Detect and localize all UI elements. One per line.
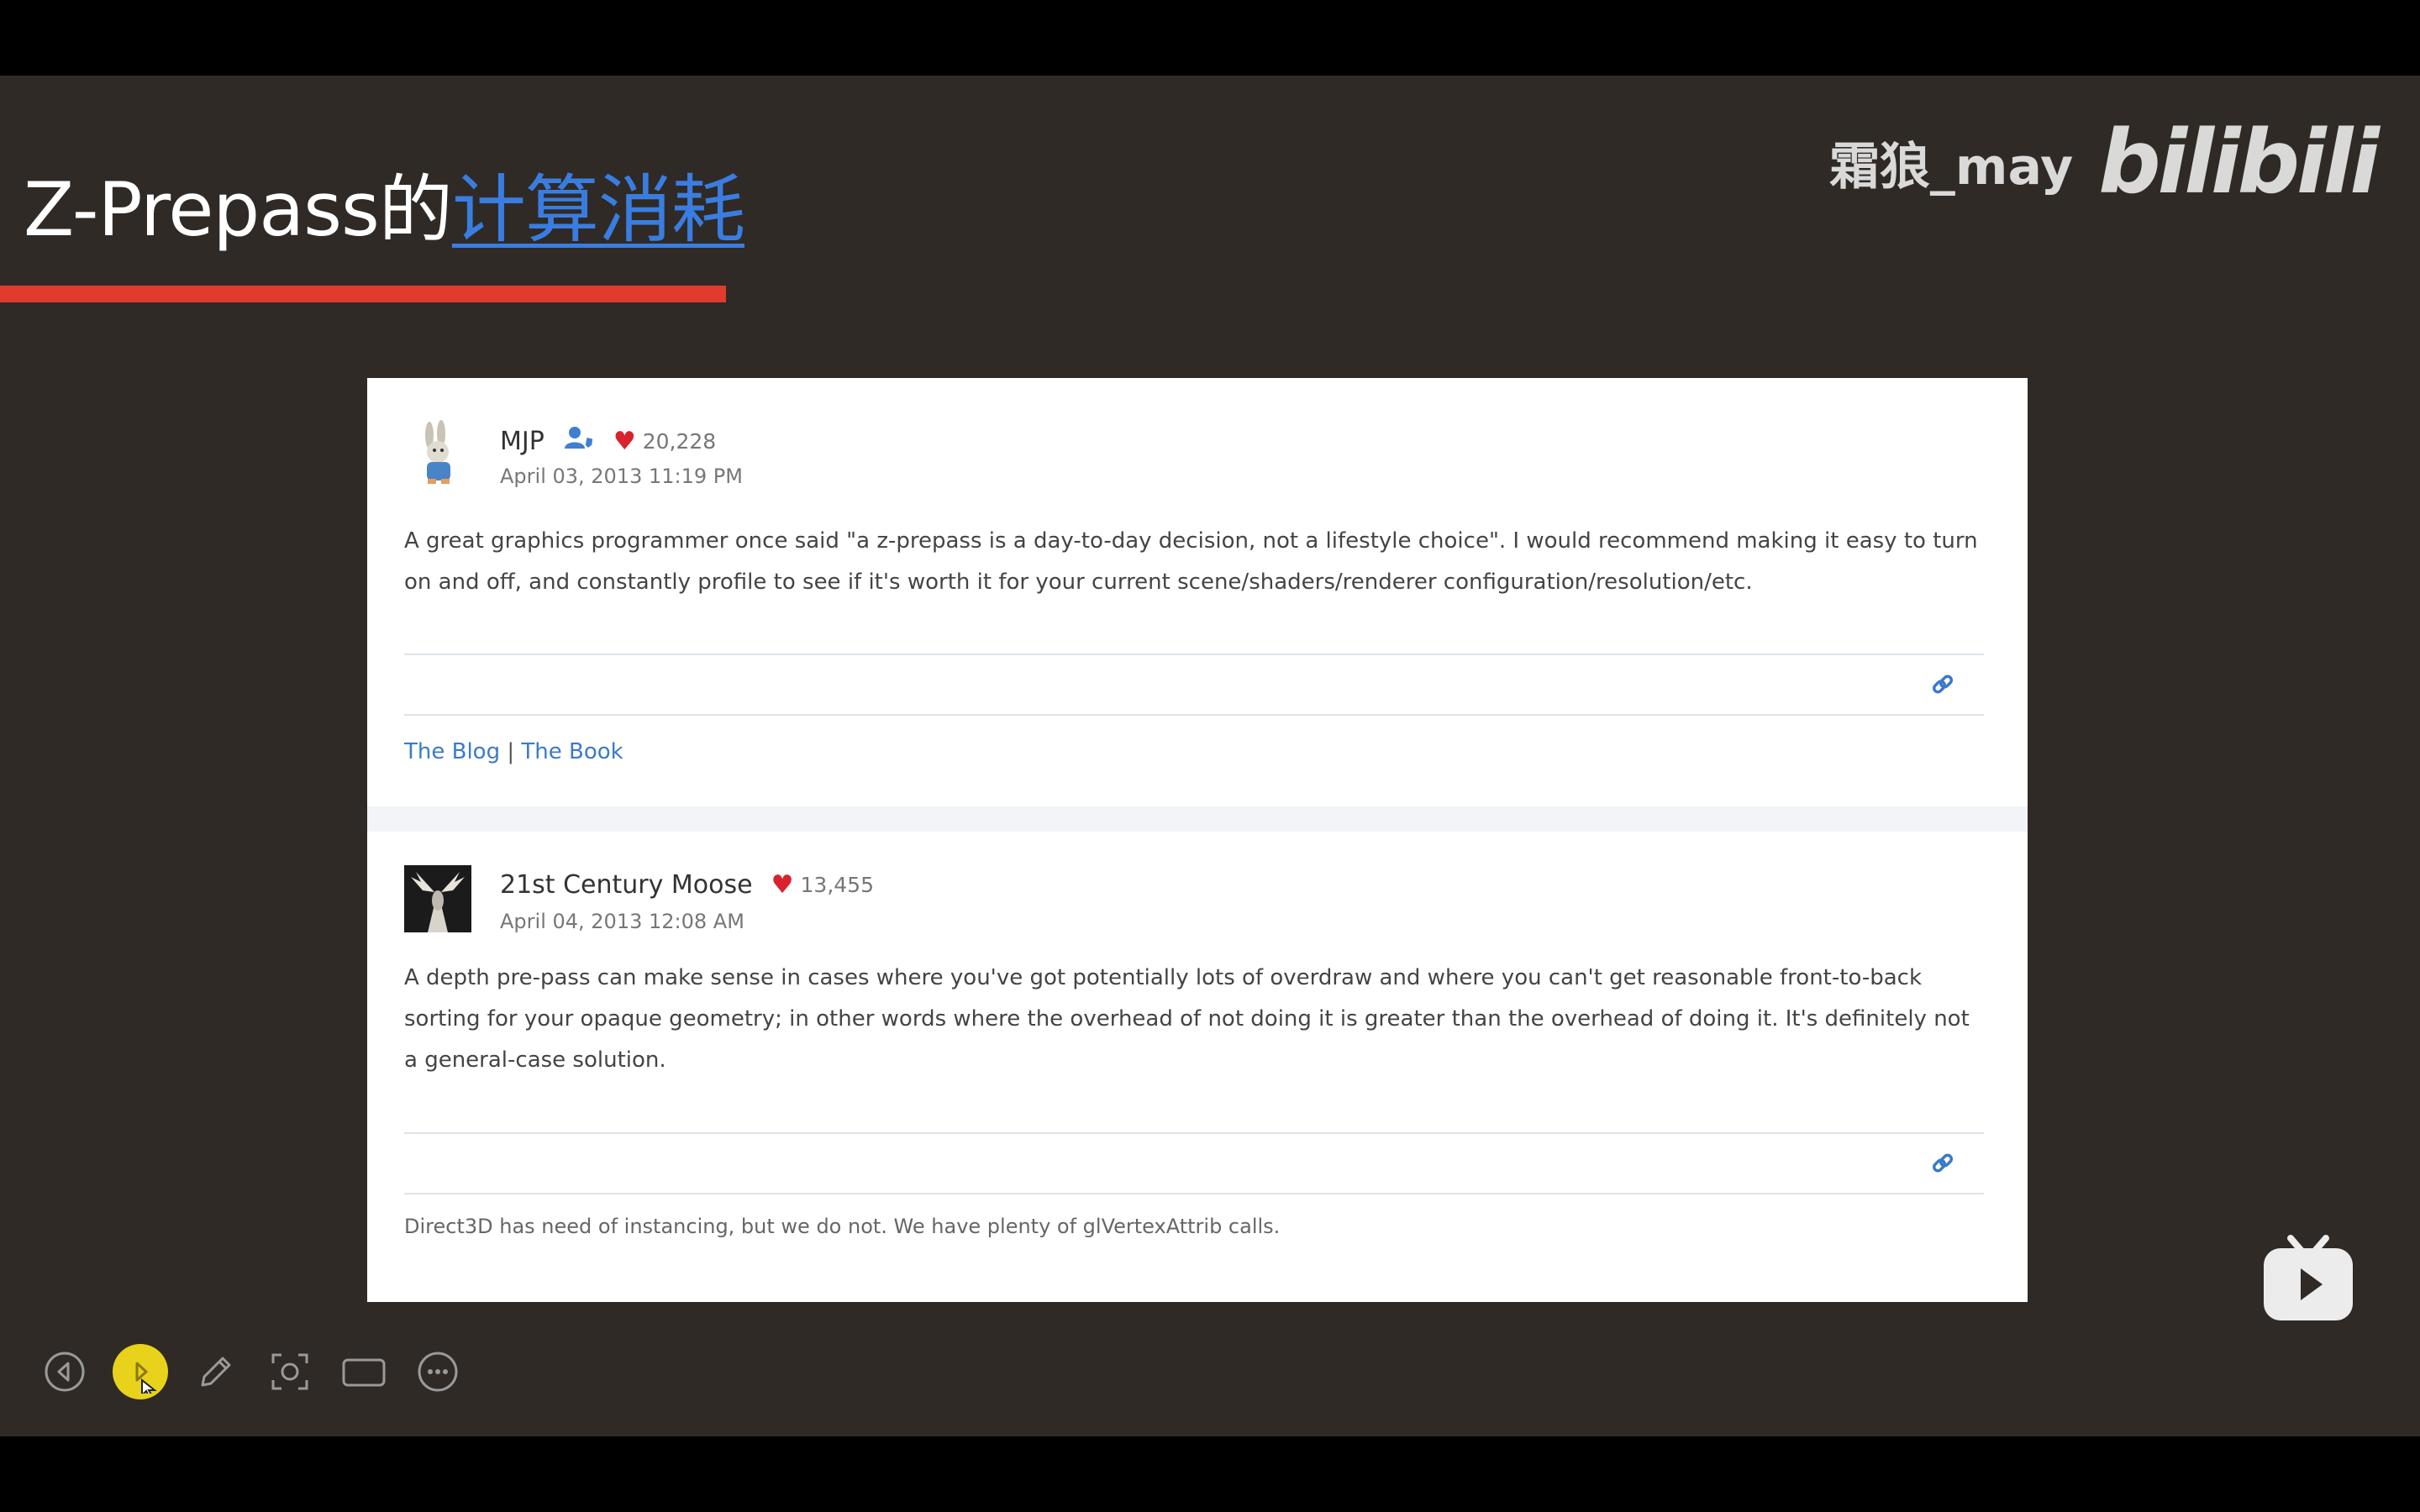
divider <box>404 654 1984 655</box>
divider <box>404 1193 1984 1194</box>
post-date: April 04, 2013 12:08 AM <box>500 910 744 933</box>
screenshot-button[interactable] <box>264 1346 316 1398</box>
forum-post: 21st Century Moose ♥ 13,455 April 04, 20… <box>404 832 1984 1302</box>
post-signature: Direct3D has need of instancing, but we … <box>404 1215 1281 1238</box>
post-body: A depth pre-pass can make sense in cases… <box>404 965 1970 1073</box>
reputation-count: 20,228 <box>642 428 717 454</box>
title-underline-bar <box>0 286 726 302</box>
next-button[interactable] <box>113 1344 168 1399</box>
pen-button[interactable] <box>190 1346 242 1398</box>
slide-title-main: Z-Prepass的 <box>24 166 453 253</box>
tv-play-icon <box>2264 1235 2353 1320</box>
next-icon <box>135 1362 157 1394</box>
slide-title-highlight: 计算消耗 <box>451 166 745 253</box>
heart-icon: ♥ <box>771 870 794 900</box>
author-name[interactable]: MJP <box>500 427 544 456</box>
signature-link-book[interactable]: The Book <box>521 739 623 764</box>
signature-separator: | <box>507 739 515 764</box>
post-author-row: MJP ♥ 20,228 <box>500 425 716 457</box>
reputation: ♥ 13,455 <box>771 870 874 900</box>
heart-icon: ♥ <box>613 426 636 456</box>
permalink-icon[interactable] <box>1930 672 1955 704</box>
more-button[interactable] <box>412 1346 464 1398</box>
post-body: A great graphics programmer once said "a… <box>404 528 1978 595</box>
bilibili-watermark: 霜狼_may bilibili <box>1828 111 2380 213</box>
camera-button[interactable] <box>338 1346 390 1398</box>
forum-screenshot-panel: MJP ♥ 20,228 April 03, 2013 11:19 PM A g… <box>367 378 2028 1302</box>
post-date: April 03, 2013 11:19 PM <box>500 465 743 488</box>
divider <box>404 714 1984 716</box>
bilibili-play-button[interactable] <box>2262 1235 2354 1322</box>
watermark-username: 霜狼_may <box>1828 137 2074 197</box>
more-icon <box>418 1352 458 1392</box>
camera-icon <box>342 1358 386 1387</box>
moderator-badge-icon <box>563 425 595 457</box>
reputation-count: 13,455 <box>800 873 874 897</box>
divider <box>404 1132 1984 1134</box>
post-separator <box>367 806 2028 832</box>
pen-icon <box>201 1357 231 1387</box>
reputation: ♥ 20,228 <box>613 427 716 456</box>
previous-icon <box>45 1352 85 1392</box>
avatar <box>404 420 471 487</box>
avatar <box>404 865 471 932</box>
signature-link-blog[interactable]: The Blog <box>404 739 500 764</box>
permalink-icon[interactable] <box>1930 1151 1955 1183</box>
author-name[interactable]: 21st Century Moose <box>500 870 753 900</box>
slide-title: Z-Prepass的计算消耗 <box>24 160 745 260</box>
post-author-row: 21st Century Moose ♥ 13,455 <box>500 870 874 900</box>
presentation-toolbar <box>39 1344 464 1399</box>
post-signature: The Blog | The Book <box>404 739 623 764</box>
forum-post: MJP ♥ 20,228 April 03, 2013 11:19 PM A g… <box>404 378 1984 806</box>
bilibili-logo: bilibili <box>2098 111 2380 213</box>
screenshot-icon <box>271 1353 308 1390</box>
previous-button[interactable] <box>39 1346 91 1398</box>
